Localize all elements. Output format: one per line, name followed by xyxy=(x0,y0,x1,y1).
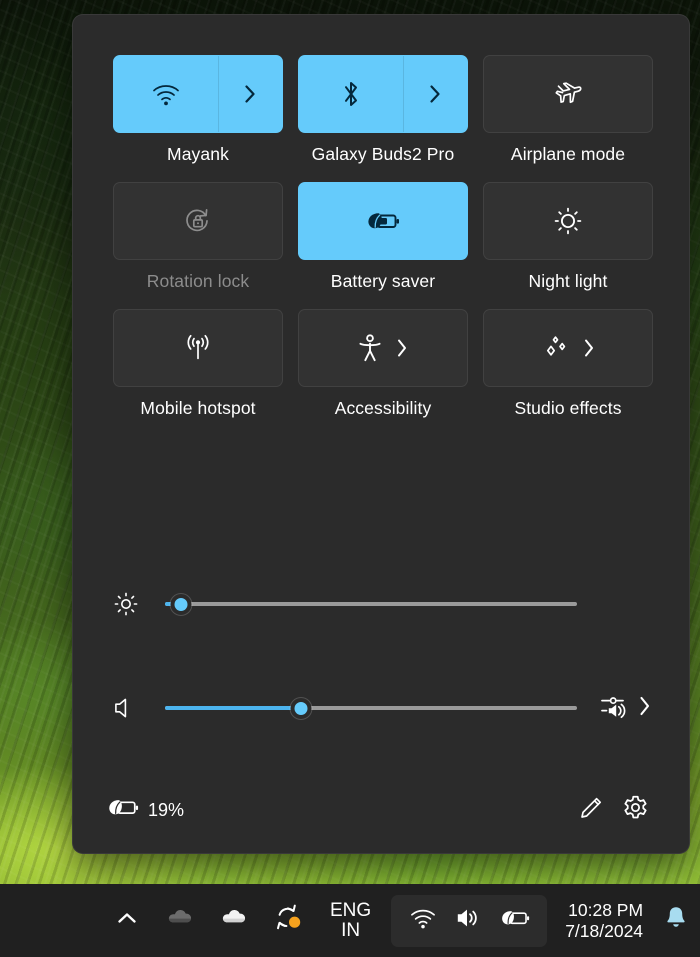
wifi-icon xyxy=(151,81,181,107)
battery-saver-icon xyxy=(366,210,400,232)
airplane-icon xyxy=(553,80,583,108)
battery-saver-icon xyxy=(500,908,530,933)
tile-label-accessibility: Accessibility xyxy=(334,398,432,419)
tile-cell-accessibility: Accessibility xyxy=(298,309,468,418)
tile-bluetooth[interactable] xyxy=(298,55,468,133)
onedrive-work-button[interactable] xyxy=(208,896,262,946)
wifi-icon xyxy=(409,906,437,935)
tile-wifi-chevron-button[interactable] xyxy=(218,56,282,132)
tile-battery-saver[interactable] xyxy=(298,182,468,261)
chevron-right-icon[interactable] xyxy=(637,693,653,724)
brightness-slider-track[interactable] xyxy=(165,602,577,606)
system-tray-left: ENG IN xyxy=(100,896,381,946)
tile-cell-bluetooth: Galaxy Buds2 Pro xyxy=(298,55,468,164)
hotspot-icon xyxy=(182,333,214,363)
tile-label-bluetooth: Galaxy Buds2 Pro xyxy=(311,144,455,164)
tile-bluetooth-chevron-button[interactable] xyxy=(403,56,467,132)
speaker-icon xyxy=(455,906,483,935)
pencil-icon xyxy=(578,795,604,826)
battery-percent-label: 19% xyxy=(148,799,185,820)
tile-cell-airplane-mode: Airplane mode xyxy=(483,55,653,164)
tile-cell-studio-effects: Studio effects xyxy=(483,309,653,418)
volume-icon[interactable] xyxy=(113,696,165,720)
bell-icon xyxy=(664,905,688,936)
system-tray-pinned-group[interactable] xyxy=(391,894,548,947)
cloud-gray-icon xyxy=(166,907,196,934)
volume-slider[interactable] xyxy=(165,691,577,725)
language-indicator[interactable]: ENG IN xyxy=(320,899,381,941)
audio-output-picker-icon xyxy=(599,692,633,725)
volume-slider-fill xyxy=(165,706,301,710)
onedrive-personal-button[interactable] xyxy=(154,896,208,946)
sync-status-button[interactable] xyxy=(262,896,316,946)
tile-cell-rotation-lock: Rotation lock xyxy=(113,182,283,291)
sync-warning-icon xyxy=(274,904,304,937)
language-line-2: IN xyxy=(341,919,361,941)
taskbar: ENG IN 10:28 PM 7/18/2024 xyxy=(0,884,700,957)
tile-bluetooth-toggle[interactable] xyxy=(299,56,403,132)
notifications-button[interactable] xyxy=(653,896,699,946)
tile-airplane-mode[interactable] xyxy=(483,55,653,133)
tile-label-rotation-lock: Rotation lock xyxy=(146,271,250,292)
volume-slider-row xyxy=(113,691,653,725)
brightness-icon xyxy=(113,591,165,617)
quick-settings-footer: 19% xyxy=(73,767,689,853)
clock-area[interactable]: 10:28 PM 7/18/2024 xyxy=(561,900,647,941)
battery-saver-icon xyxy=(107,797,139,823)
volume-button[interactable] xyxy=(447,899,491,943)
brightness-slider[interactable] xyxy=(165,587,577,621)
bluetooth-icon xyxy=(340,79,362,109)
tile-mobile-hotspot[interactable] xyxy=(113,309,283,388)
chevron-right-icon xyxy=(242,82,258,106)
chevron-right-icon[interactable] xyxy=(582,337,596,359)
chevron-right-icon xyxy=(427,82,443,106)
language-line-1: ENG xyxy=(330,899,372,921)
chevron-up-icon xyxy=(115,909,139,932)
tile-studio-effects[interactable] xyxy=(483,309,653,388)
tile-cell-night-light: Night light xyxy=(483,182,653,291)
quick-settings-panel: Mayank Galaxy Buds2 Pro Airplane mode Ro… xyxy=(72,14,690,854)
quick-settings-tile-grid: Mayank Galaxy Buds2 Pro Airplane mode Ro… xyxy=(113,55,653,418)
battery-status[interactable]: 19% xyxy=(107,797,184,823)
chevron-right-icon[interactable] xyxy=(395,337,409,359)
rotation-lock-icon xyxy=(183,206,213,236)
tile-label-studio-effects: Studio effects xyxy=(514,398,622,419)
settings-button[interactable] xyxy=(613,790,657,830)
cloud-white-icon xyxy=(220,907,250,934)
tile-wifi-toggle[interactable] xyxy=(114,56,218,132)
night-light-icon xyxy=(553,206,583,236)
tile-cell-wifi: Mayank xyxy=(113,55,283,164)
tile-cell-mobile-hotspot: Mobile hotspot xyxy=(113,309,283,418)
clock-time: 10:28 PM xyxy=(568,899,644,920)
gear-icon xyxy=(622,794,649,826)
volume-slider-thumb[interactable] xyxy=(290,697,312,719)
tile-label-night-light: Night light xyxy=(528,271,608,292)
tray-overflow-button[interactable] xyxy=(100,896,154,946)
tile-cell-battery-saver: Battery saver xyxy=(298,182,468,291)
brightness-slider-thumb[interactable] xyxy=(170,593,192,615)
sparkles-icon xyxy=(540,333,570,363)
tile-label-airplane-mode: Airplane mode xyxy=(510,144,626,164)
tile-rotation-lock[interactable] xyxy=(113,182,283,261)
accessibility-icon xyxy=(357,333,383,363)
edit-quick-settings-button[interactable] xyxy=(569,790,613,830)
tile-label-wifi: Mayank xyxy=(167,144,229,164)
tile-night-light[interactable] xyxy=(483,182,653,261)
clock-date: 7/18/2024 xyxy=(565,920,644,941)
tile-accessibility[interactable] xyxy=(298,309,468,388)
tile-label-battery-saver: Battery saver xyxy=(330,271,436,292)
tile-label-mobile-hotspot: Mobile hotspot xyxy=(140,398,256,419)
network-button[interactable] xyxy=(401,899,445,943)
audio-output-picker-button[interactable] xyxy=(577,692,653,725)
brightness-slider-row xyxy=(113,587,653,621)
tile-wifi[interactable] xyxy=(113,55,283,133)
battery-button[interactable] xyxy=(493,899,537,943)
